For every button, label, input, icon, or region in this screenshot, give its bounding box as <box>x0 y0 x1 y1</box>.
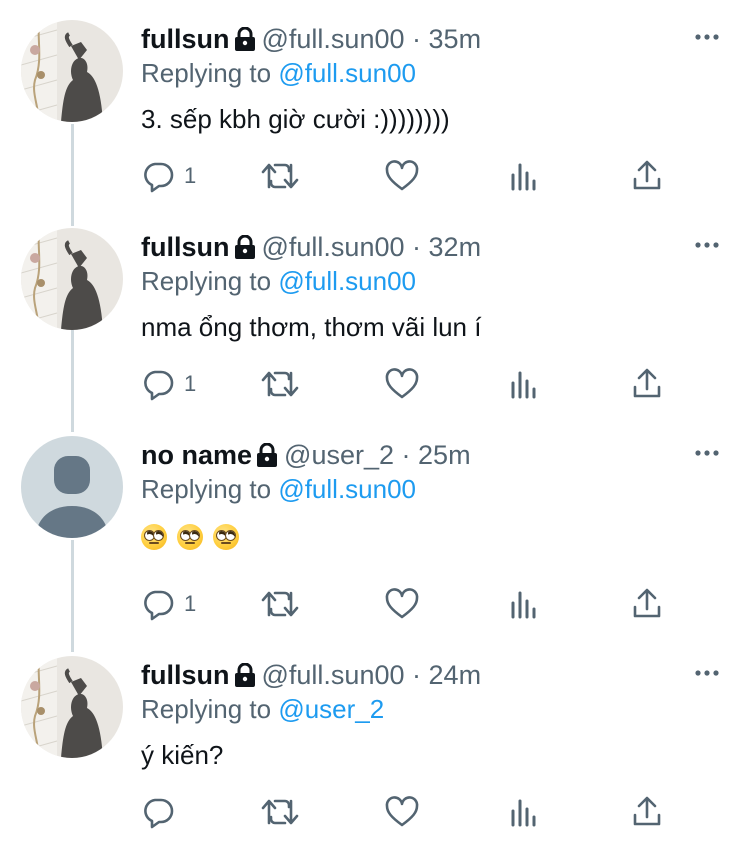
replying-to-label: Replying to <box>141 694 279 724</box>
reply-icon <box>144 590 174 621</box>
lock-icon <box>234 23 256 61</box>
more-icon[interactable] <box>694 22 720 60</box>
display-name[interactable]: fullsun <box>141 24 230 54</box>
replying-to-label: Replying to <box>141 58 279 88</box>
reply-count: 1 <box>184 371 197 396</box>
share-icon <box>633 368 661 398</box>
timestamp[interactable]: 25m <box>418 440 471 470</box>
timestamp[interactable]: 24m <box>429 660 482 690</box>
analytics-icon <box>511 371 536 399</box>
separator-dot: · <box>412 660 422 690</box>
heart-icon <box>385 796 419 827</box>
reply-button[interactable] <box>141 792 184 832</box>
heart-icon <box>385 588 419 619</box>
lock-icon <box>256 439 278 477</box>
replying-to-label: Replying to <box>141 474 279 504</box>
replying-to-link[interactable]: @full.sun00 <box>278 58 416 88</box>
more-icon[interactable] <box>694 658 720 696</box>
tweet-text: 3. sếp kbh giờ cười :)))))))) <box>141 104 450 134</box>
face-with-rolling-eyes-emoji <box>213 524 239 550</box>
like-button[interactable] <box>385 792 419 832</box>
more-icon[interactable] <box>694 438 720 476</box>
timestamp[interactable]: 32m <box>429 232 482 262</box>
views-button[interactable] <box>509 364 539 404</box>
replying-to: Replying to @full.sun00 <box>141 264 730 298</box>
avatar[interactable] <box>21 436 123 538</box>
reply-button[interactable]: 1 <box>141 364 196 404</box>
retweet-icon <box>261 799 299 825</box>
more-icon[interactable] <box>694 230 720 268</box>
share-icon <box>633 588 661 618</box>
lock-icon <box>234 659 256 697</box>
separator-dot: · <box>401 440 411 470</box>
reply-icon <box>144 370 174 401</box>
replying-to: Replying to @user_2 <box>141 692 730 726</box>
display-name[interactable]: fullsun <box>141 232 230 262</box>
replying-to-link[interactable]: @full.sun00 <box>278 474 416 504</box>
like-button[interactable] <box>385 584 419 624</box>
heart-icon <box>385 368 419 399</box>
like-button[interactable] <box>385 364 419 404</box>
analytics-icon <box>511 591 536 619</box>
retweet-button[interactable] <box>261 364 299 404</box>
thread-line <box>71 540 74 652</box>
share-button[interactable] <box>631 792 663 832</box>
separator-dot: · <box>412 24 422 54</box>
views-button[interactable] <box>509 792 539 832</box>
replying-to-link[interactable]: @full.sun00 <box>278 266 416 296</box>
reply-icon <box>144 162 174 193</box>
reply-icon <box>144 798 174 829</box>
share-button[interactable] <box>631 584 663 624</box>
display-name[interactable]: no name <box>141 440 252 470</box>
tweet-text: ý kiến? <box>141 740 224 770</box>
tweet-actions: 1 <box>141 156 681 196</box>
replying-to-link[interactable]: @user_2 <box>278 694 384 724</box>
replying-to: Replying to @full.sun00 <box>141 472 730 506</box>
reply-button[interactable]: 1 <box>141 156 196 196</box>
views-button[interactable] <box>509 584 539 624</box>
tweet-actions: 1 <box>141 584 681 624</box>
share-icon <box>633 160 661 190</box>
reply-count: 1 <box>184 163 197 188</box>
share-button[interactable] <box>631 364 663 404</box>
handle[interactable]: @full.sun00 <box>262 24 405 54</box>
face-with-rolling-eyes-emoji <box>177 524 203 550</box>
handle[interactable]: @full.sun00 <box>262 232 405 262</box>
handle[interactable]: @full.sun00 <box>262 660 405 690</box>
retweet-icon <box>261 371 299 397</box>
analytics-icon <box>511 799 536 827</box>
tweet-emojis <box>141 522 730 552</box>
reply-button[interactable]: 1 <box>141 584 196 624</box>
retweet-icon <box>261 163 299 189</box>
heart-icon <box>385 160 419 191</box>
tweet-actions <box>141 792 681 832</box>
separator-dot: · <box>412 232 422 262</box>
retweet-button[interactable] <box>261 584 299 624</box>
analytics-icon <box>511 163 536 191</box>
handle[interactable]: @user_2 <box>284 440 394 470</box>
reply-count: 1 <box>184 591 197 616</box>
retweet-button[interactable] <box>261 156 299 196</box>
like-button[interactable] <box>385 156 419 196</box>
tweet-actions: 1 <box>141 364 681 404</box>
replying-to: Replying to @full.sun00 <box>141 56 730 90</box>
thread-line <box>71 330 74 432</box>
share-icon <box>633 796 661 826</box>
display-name[interactable]: fullsun <box>141 660 230 690</box>
replying-to-label: Replying to <box>141 266 279 296</box>
tweet-text: nma ổng thơm, thơm vãi lun í <box>141 312 482 342</box>
avatar[interactable] <box>21 228 123 330</box>
avatar[interactable] <box>21 656 123 758</box>
face-with-rolling-eyes-emoji <box>141 524 167 550</box>
lock-icon <box>234 231 256 269</box>
views-button[interactable] <box>509 156 539 196</box>
retweet-icon <box>261 591 299 617</box>
retweet-button[interactable] <box>261 792 299 832</box>
timestamp[interactable]: 35m <box>429 24 482 54</box>
avatar[interactable] <box>21 20 123 122</box>
thread-line <box>71 124 74 226</box>
share-button[interactable] <box>631 156 663 196</box>
